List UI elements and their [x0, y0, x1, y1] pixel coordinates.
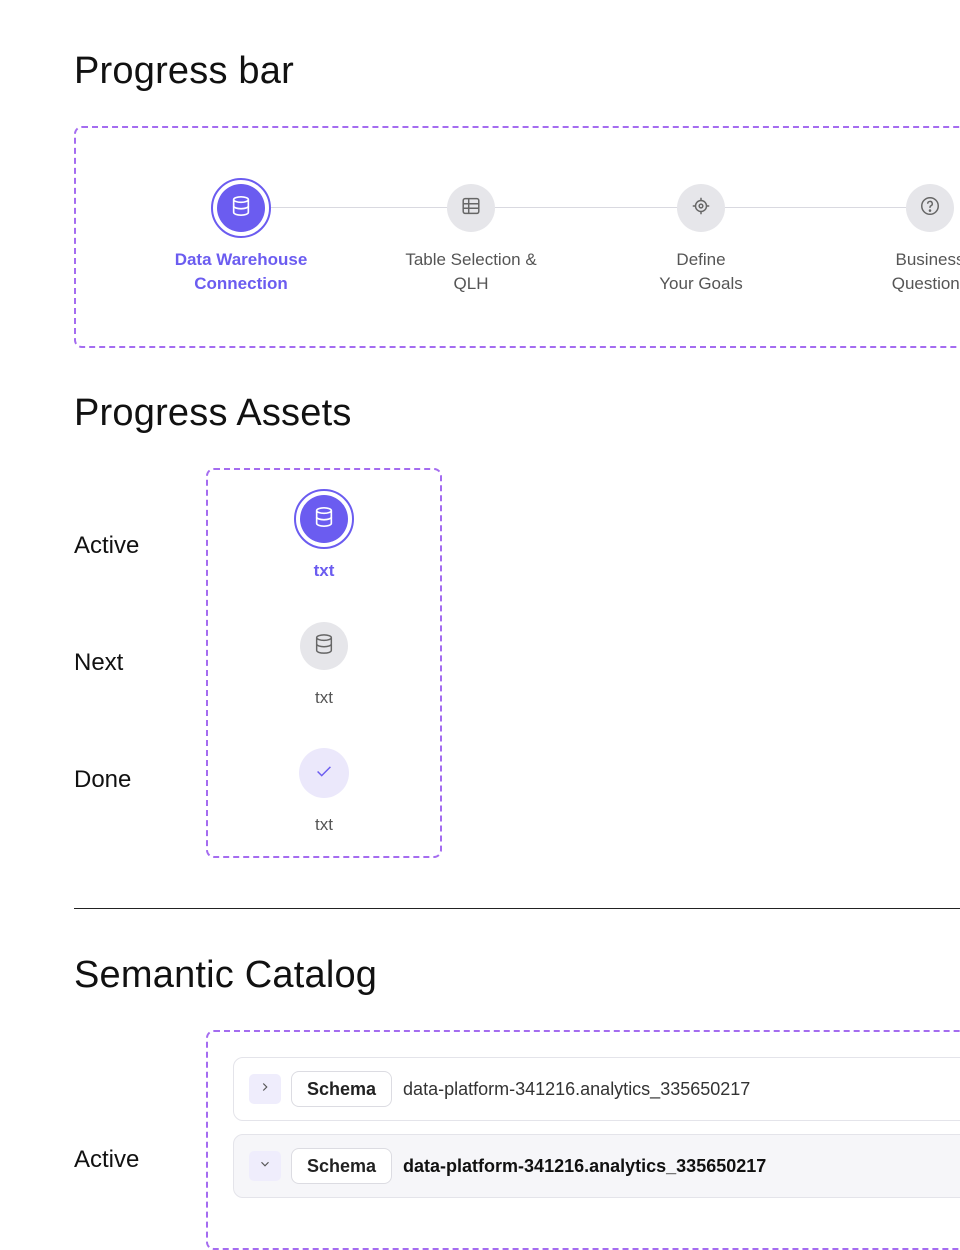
schema-name: data-platform-341216.analytics_335650217	[403, 1155, 767, 1176]
step-business-questions[interactable]	[906, 184, 954, 232]
asset-text: txt	[315, 688, 333, 707]
database-icon	[230, 195, 252, 222]
database-icon	[313, 633, 335, 660]
step-define-your-goals[interactable]	[677, 184, 725, 232]
step-data-warehouse-connection[interactable]	[211, 178, 271, 238]
asset-next-step	[300, 622, 348, 670]
step-active-indicator	[300, 495, 348, 543]
chevron-down-icon	[258, 1157, 272, 1176]
schema-name: data-platform-341216.analytics_335650217	[403, 1078, 751, 1099]
asset-row-label: Next	[74, 649, 124, 676]
database-icon	[313, 506, 335, 533]
asset-text: txt	[313, 561, 335, 580]
step-label: Table Selection & QLH	[405, 250, 537, 293]
progress-bar-title: Progress bar	[74, 50, 294, 92]
step-active-indicator	[217, 184, 265, 232]
asset-row-label: Active	[74, 532, 140, 559]
step-connector	[725, 207, 907, 208]
asset-row-label: Done	[74, 766, 132, 793]
table-icon	[460, 195, 482, 222]
asset-active-step	[294, 489, 354, 549]
chevron-right-icon	[258, 1080, 272, 1099]
semantic-catalog-title: Semantic Catalog	[74, 954, 378, 996]
step-label: Define Your Goals	[659, 250, 743, 293]
schema-tag: Schema	[291, 1148, 393, 1184]
progress-assets-title: Progress Assets	[74, 392, 352, 434]
schema-row-active[interactable]: Schema data-platform-341216.analytics_33…	[233, 1134, 960, 1198]
collapse-button[interactable]	[249, 1151, 281, 1181]
schema-tag: Schema	[291, 1071, 393, 1107]
progress-bar-frame	[74, 126, 960, 348]
step-connector	[270, 207, 448, 208]
asset-done-step	[299, 748, 349, 798]
step-connector	[495, 207, 677, 208]
target-icon	[690, 195, 712, 222]
question-icon	[919, 195, 941, 222]
schema-row[interactable]: Schema data-platform-341216.analytics_33…	[233, 1057, 960, 1121]
asset-text: txt	[315, 815, 333, 834]
expand-button[interactable]	[249, 1074, 281, 1104]
section-divider	[74, 908, 960, 909]
step-table-selection[interactable]	[447, 184, 495, 232]
catalog-state-label: Active	[74, 1146, 140, 1173]
step-label: Business Questions	[891, 250, 960, 293]
step-label: Data Warehouse Connection	[174, 250, 308, 293]
check-icon	[313, 760, 335, 787]
